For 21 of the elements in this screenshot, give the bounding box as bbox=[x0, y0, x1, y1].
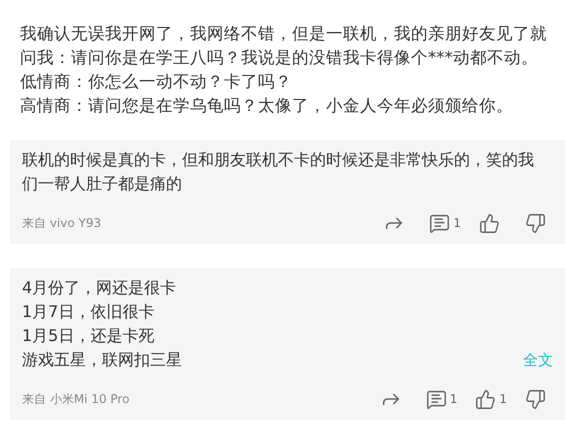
comment-icon bbox=[429, 212, 450, 234]
source-label: 来自 小米Mi 10 Pro bbox=[22, 390, 130, 408]
post-text-line: 我确认无误我开网了，我网络不错，但是一联机，我的亲朋好友见了就 bbox=[20, 23, 548, 45]
comment-text-line: 1月7日，依旧很卡 bbox=[22, 301, 156, 323]
post-text-line: 问我：请问你是在学王八吗？我说是的没错我卡得像个***动都不动。 bbox=[20, 47, 539, 69]
post-text-line: 高情商：请问您是在学乌龟吗？太像了，小金人今年必须颁给你。 bbox=[20, 95, 514, 117]
comment-text-line: 4月份了，网还是很卡 bbox=[22, 277, 178, 299]
comment-text-line: 游戏五星，联网扣三星 bbox=[22, 349, 182, 371]
comment-icon bbox=[426, 388, 447, 410]
thumbs-down-icon bbox=[525, 388, 546, 410]
source-label: 来自 vivo Y93 bbox=[22, 214, 102, 232]
thumbs-down-icon bbox=[525, 212, 546, 234]
comment-text-line: 1月5日，还是卡死 bbox=[22, 325, 156, 347]
comment-button[interactable]: 1 bbox=[429, 212, 461, 234]
comment-button[interactable]: 1 bbox=[426, 388, 458, 410]
like-button[interactable]: 1 bbox=[475, 388, 507, 410]
comment-text-line: 们一帮人肚子都是痛的 bbox=[22, 173, 183, 195]
thumbs-up-icon bbox=[475, 388, 496, 410]
thumbs-up-icon bbox=[479, 212, 500, 234]
post-text-line: 低情商：你怎么一动不动？卡了吗？ bbox=[20, 71, 293, 93]
comment-text-line: 联机的时候是真的卡，但和朋友联机不卡的时候还是非常快乐的，笑的我 bbox=[22, 149, 534, 171]
